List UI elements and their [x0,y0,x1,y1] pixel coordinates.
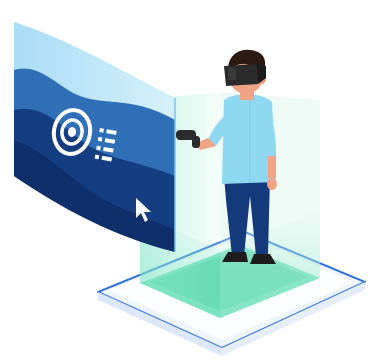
right-forearm [268,156,276,178]
vr-headset-icon [224,64,266,86]
vr-illustration [0,0,372,361]
virtual-screen [14,22,176,252]
illustration-canvas [14,22,366,356]
